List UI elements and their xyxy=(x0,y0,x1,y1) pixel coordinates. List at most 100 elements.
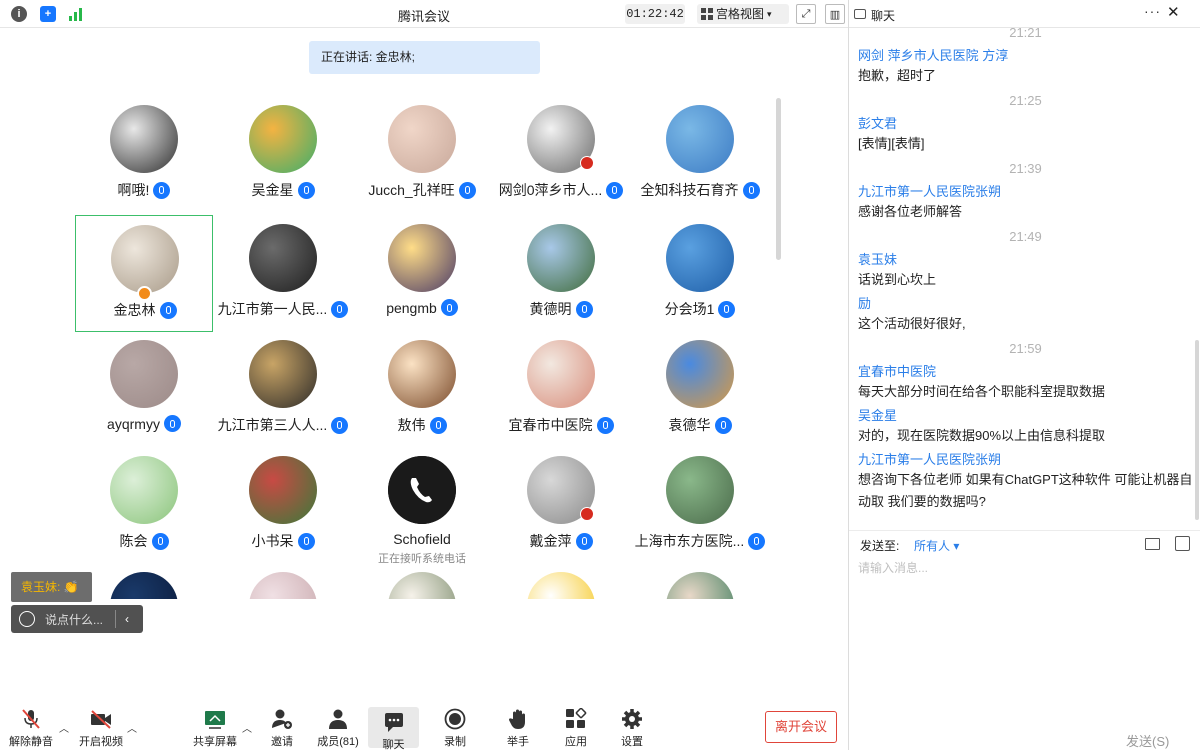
hand-icon xyxy=(507,708,529,730)
chevron-up-icon[interactable]: ︿ xyxy=(59,720,69,735)
avatar xyxy=(249,456,317,524)
participant-name: 黄德明 xyxy=(529,301,572,317)
participant-tile[interactable] xyxy=(631,563,769,599)
quick-chat-placeholder[interactable]: 说点什么... xyxy=(45,611,115,628)
chevron-down-icon: ▾ xyxy=(767,9,772,19)
more-options-icon[interactable]: ··· xyxy=(1144,3,1161,19)
participant-tile[interactable]: 九江市第一人民... xyxy=(214,215,352,332)
participant-tile[interactable] xyxy=(353,563,491,599)
mic-icon xyxy=(429,416,447,434)
meeting-timer: 01:22:42 xyxy=(625,4,685,24)
participant-name: 陈会 xyxy=(119,533,148,549)
shield-icon[interactable]: + xyxy=(40,6,56,22)
screenshot-icon[interactable] xyxy=(1175,536,1190,551)
participant-tile[interactable]: 全知科技石育齐 xyxy=(631,96,769,213)
signal-icon[interactable] xyxy=(68,6,84,22)
raise-hand-button[interactable]: 举手 xyxy=(504,708,532,748)
file-icon[interactable] xyxy=(1145,538,1160,550)
participant-tile[interactable]: Jucch_孔祥旺 xyxy=(353,96,491,213)
message-sender: 九江市第一人民医院张朔 xyxy=(858,452,1002,467)
record-button[interactable]: 录制 xyxy=(440,708,470,748)
participant-tile[interactable]: 分会场1 xyxy=(631,215,769,332)
avatar xyxy=(666,105,734,173)
mic-icon xyxy=(297,532,315,550)
sidebar-toggle-button[interactable]: ▥ xyxy=(825,4,845,24)
message-sender: 励 xyxy=(858,296,872,311)
apps-label: 应用 xyxy=(565,736,587,748)
participant-tile[interactable]: 黄德明 xyxy=(492,215,630,332)
grid-scrollbar[interactable] xyxy=(776,98,781,260)
settings-button[interactable]: 设置 xyxy=(618,708,646,748)
mic-icon xyxy=(297,181,315,199)
message-text: 想咨询下各位老师 如果有ChatGPT这种软件 可能让机器自动取 我们要的数据吗… xyxy=(858,472,1193,509)
participant-name-row: 小书呆 xyxy=(206,531,360,551)
message-sender: 网剑 萍乡市人民医院 方淳 xyxy=(858,48,1009,63)
meeting-toolbar: 解除静音 ︿ 开启视频 ︿ 共享屏幕 ︿ 邀请 成员(81) 聊天 录制 举手 … xyxy=(0,700,848,750)
participant-tile[interactable]: Schofield 正在接听系统电话 xyxy=(353,447,491,565)
leave-meeting-button[interactable]: 离开会议 xyxy=(765,711,837,743)
fullscreen-button[interactable]: ⤢ xyxy=(796,4,816,24)
invite-label: 邀请 xyxy=(271,736,293,748)
participant-tile[interactable]: 网剑0萍乡市人... xyxy=(492,96,630,213)
emoji-icon[interactable] xyxy=(19,611,35,627)
chat-message-list[interactable]: 21:21 网剑 萍乡市人民医院 方淳 抱歉，超时了 21:25 彭文君 [表情][表情]… xyxy=(858,28,1193,528)
apps-icon xyxy=(565,707,587,730)
chat-scrollbar[interactable] xyxy=(1195,340,1199,520)
participant-tile[interactable] xyxy=(492,563,630,599)
participant-tile[interactable]: pengmb xyxy=(353,215,491,332)
chevron-left-icon[interactable]: ‹ xyxy=(116,612,138,626)
participant-tile[interactable]: 吴金星 xyxy=(214,96,352,213)
chevron-up-icon[interactable]: ︿ xyxy=(127,720,137,735)
participant-tile[interactable]: 戴金萍 xyxy=(492,447,630,564)
participant-tile[interactable] xyxy=(75,563,213,599)
participant-tile[interactable]: 陈会 xyxy=(75,447,213,564)
participant-name: 分会场1 xyxy=(664,301,715,317)
unmute-button[interactable]: 解除静音 xyxy=(8,708,54,748)
start-video-button[interactable]: 开启视频 xyxy=(78,708,124,748)
participant-tile[interactable]: 上海市东方医院... xyxy=(631,447,769,564)
mic-icon xyxy=(151,532,169,550)
avatar xyxy=(388,105,456,173)
mic-icon xyxy=(718,300,736,318)
participant-tile[interactable]: 小书呆 xyxy=(214,447,352,564)
participant-tile[interactable]: 袁德华 xyxy=(631,331,769,448)
send-to-dropdown[interactable]: 所有人 ▾ xyxy=(914,537,959,554)
apps-button[interactable]: 应用 xyxy=(562,707,590,748)
info-icon[interactable]: i xyxy=(11,6,27,22)
members-icon xyxy=(327,708,349,730)
avatar xyxy=(110,456,178,524)
avatar xyxy=(666,572,734,599)
chevron-up-icon[interactable]: ︿ xyxy=(242,720,252,735)
quick-chat-box[interactable]: 说点什么... ‹ xyxy=(11,605,143,633)
send-button[interactable]: 发送(S) xyxy=(1126,731,1169,750)
avatar xyxy=(527,572,595,599)
avatar xyxy=(110,572,178,599)
participant-tile[interactable]: ayqrmyy xyxy=(75,331,213,448)
participant-tile[interactable] xyxy=(214,563,352,599)
participant-name: 九江市第一人民... xyxy=(217,301,328,317)
video-off-icon xyxy=(90,708,112,730)
participant-name-row: 分会场1 xyxy=(623,299,777,319)
members-button[interactable]: 成员(81) xyxy=(316,708,360,748)
chat-input[interactable]: 请输入消息... xyxy=(858,559,1188,576)
participant-tile[interactable]: 敖伟 xyxy=(353,331,491,448)
mic-icon xyxy=(575,300,593,318)
chat-header: 聊天 ··· ✕ xyxy=(849,0,1200,28)
flag-icon xyxy=(580,507,594,521)
start-video-label: 开启视频 xyxy=(79,736,123,748)
participant-name-row: Jucch_孔祥旺 xyxy=(345,180,499,200)
message-timestamp: 21:49 xyxy=(1009,229,1042,244)
participant-name: Jucch_孔祥旺 xyxy=(368,182,455,198)
message-timestamp: 21:59 xyxy=(1009,341,1042,356)
participant-tile[interactable]: 金忠林 xyxy=(75,215,213,332)
invite-button[interactable]: 邀请 xyxy=(265,708,299,748)
participant-tile[interactable]: 啊哦! xyxy=(75,96,213,213)
share-screen-button[interactable]: 共享屏幕 xyxy=(192,708,238,748)
participant-tile[interactable]: 九江市第三人人... xyxy=(214,331,352,448)
view-mode-button[interactable]: 宫格视图 ▾ xyxy=(697,4,789,24)
participant-tile[interactable]: 宜春市中医院 xyxy=(492,331,630,448)
close-icon[interactable]: ✕ xyxy=(1167,3,1180,21)
mic-icon xyxy=(440,299,458,316)
chat-button[interactable]: 聊天 xyxy=(368,707,419,750)
participant-name: Schofield xyxy=(393,531,451,547)
